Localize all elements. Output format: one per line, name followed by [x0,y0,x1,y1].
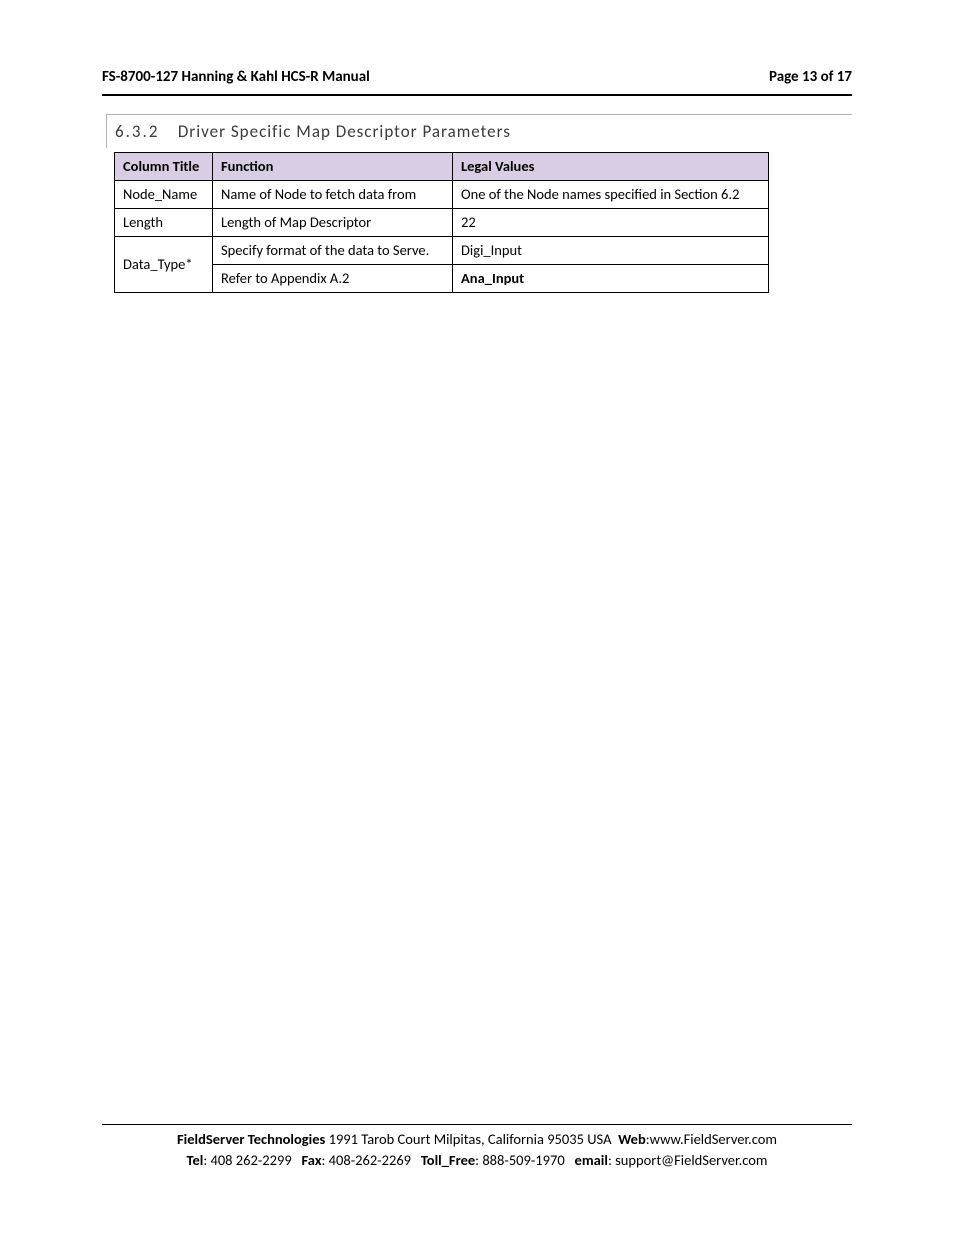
cell-legal-values: 22 [453,209,769,237]
table-header-function: Function [213,153,453,181]
footer-rule [102,1124,852,1125]
cell-legal-values: One of the Node names specified in Secti… [453,181,769,209]
table-header-row: Column Title Function Legal Values [115,153,769,181]
header-title: FS-8700-127 Hanning & Kahl HCS-R Manual [102,68,370,86]
header-page-number: Page 13 of 17 [769,68,852,86]
footer-email-label: email [575,1151,608,1169]
header-rule [102,94,852,96]
footer-tollfree-label: Toll_Free [421,1151,475,1169]
footer-web-value: :www.FieldServer.com [646,1130,777,1148]
section-number: 6.3.2 [115,121,173,142]
footer-company: FieldServer Technologies [177,1130,325,1148]
footer-text: FieldServer Technologies 1991 Tarob Cour… [102,1129,852,1171]
table-row: Refer to Appendix A.2 Ana_Input [115,265,769,293]
footer-fax-label: Fax [302,1151,322,1169]
cell-column-title: Length [115,209,213,237]
footer-tel-label: Tel [187,1151,204,1169]
cell-legal-values: Digi_Input [453,237,769,265]
cell-column-title: Node_Name [115,181,213,209]
section-heading-container: 6.3.2 Driver Specific Map Descriptor Par… [106,114,852,148]
section-heading: 6.3.2 Driver Specific Map Descriptor Par… [115,121,511,142]
footer-address: 1991 Tarob Court Milpitas, California 95… [329,1130,612,1148]
footer-fax-value: : 408-262-2269 [321,1151,411,1169]
parameters-table: Column Title Function Legal Values Node_… [114,152,769,293]
table-row: Node_Name Name of Node to fetch data fro… [115,181,769,209]
footer-tel-value: : 408 262-2299 [203,1151,291,1169]
page-footer: FieldServer Technologies 1991 Tarob Cour… [102,1124,852,1171]
cell-function: Name of Node to fetch data from [213,181,453,209]
page-header: FS-8700-127 Hanning & Kahl HCS-R Manual … [102,68,852,94]
footer-web-label: Web [618,1130,646,1148]
document-page: FS-8700-127 Hanning & Kahl HCS-R Manual … [0,0,954,1235]
cell-function: Length of Map Descriptor [213,209,453,237]
section-title: Driver Specific Map Descriptor Parameter… [178,121,511,142]
table-header-legal-values: Legal Values [453,153,769,181]
cell-column-title: Data_Type* [115,237,213,293]
cell-legal-values: Ana_Input [453,265,769,293]
table-header-column-title: Column Title [115,153,213,181]
cell-function: Refer to Appendix A.2 [213,265,453,293]
section: 6.3.2 Driver Specific Map Descriptor Par… [106,114,852,293]
table-row: Length Length of Map Descriptor 22 [115,209,769,237]
footer-tollfree-value: : 888-509-1970 [475,1151,565,1169]
cell-function: Specify format of the data to Serve. [213,237,453,265]
footer-email-value: : support@FieldServer.com [608,1151,768,1169]
table-row: Data_Type* Specify format of the data to… [115,237,769,265]
